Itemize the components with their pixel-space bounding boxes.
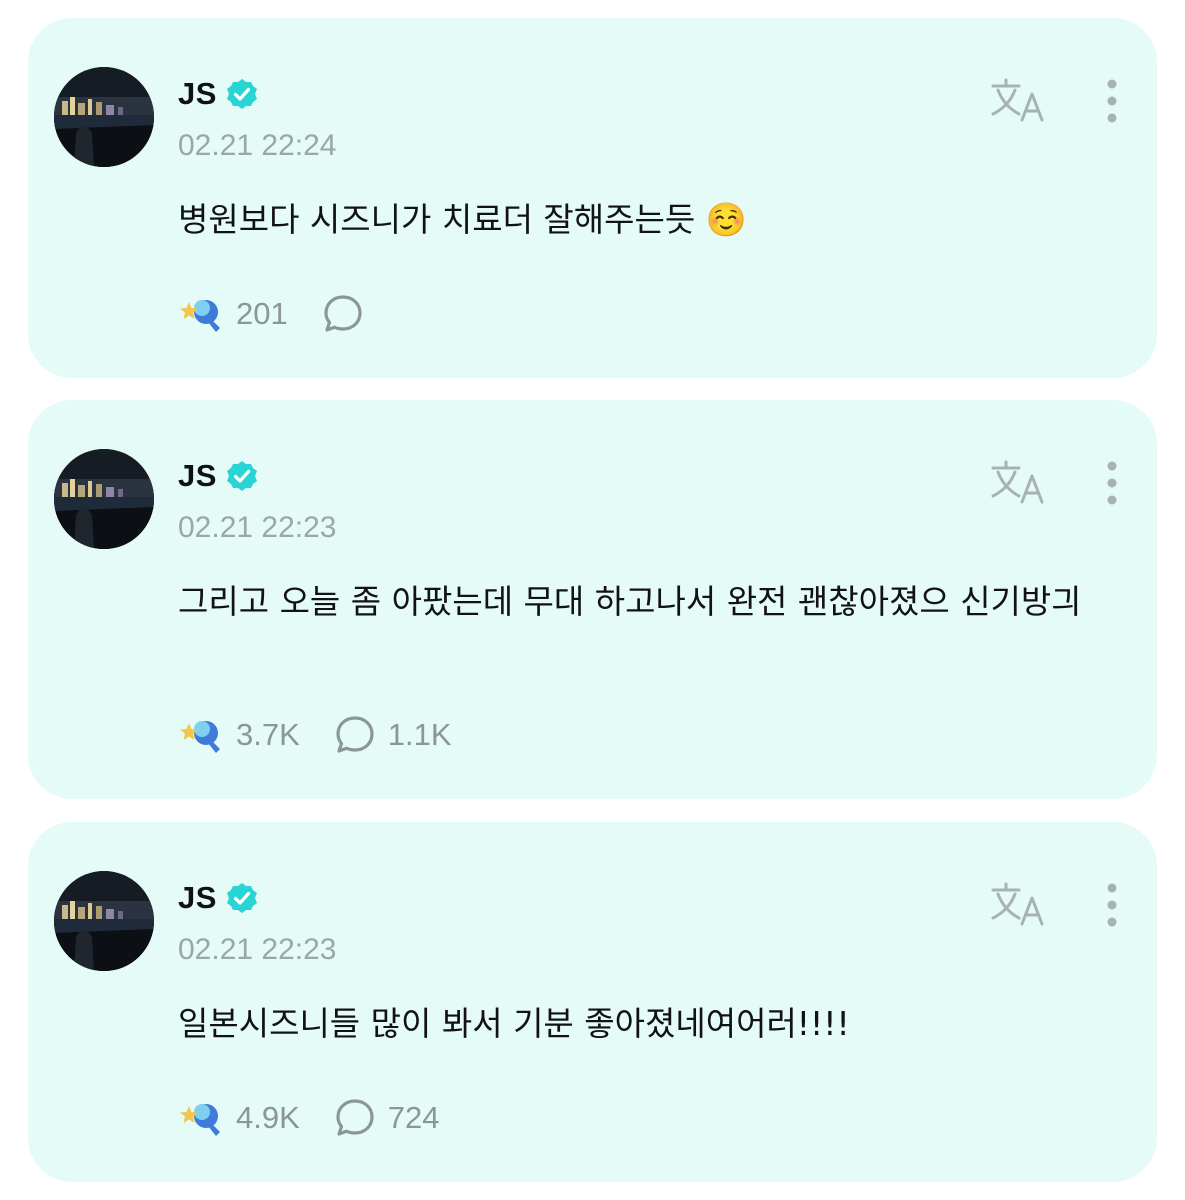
comment-button[interactable]: 724: [334, 1097, 440, 1139]
translate-icon[interactable]: [989, 880, 1047, 928]
avatar[interactable]: [54, 871, 154, 971]
star-lightstick-icon: [180, 721, 220, 753]
verified-badge-icon: [226, 461, 257, 491]
post-card[interactable]: JS 02.21 22:23 그리고 오늘 좀 아팠는데 무대 하고나서 완전 …: [28, 400, 1157, 799]
more-vertical-icon[interactable]: [1101, 460, 1123, 506]
comment-button[interactable]: [322, 293, 376, 335]
author-name[interactable]: JS: [178, 76, 217, 112]
post-timestamp: 02.21 22:23: [178, 933, 337, 966]
post-stats: 201: [178, 293, 410, 335]
reaction-count: 201: [236, 296, 288, 331]
comment-bubble-icon: [336, 1099, 374, 1136]
reaction-button[interactable]: 201: [178, 294, 288, 334]
post-card[interactable]: JS 02.21 22:24 병원보다 시즈니가 치료더 잘해주는듯 ☺️ 20…: [28, 18, 1157, 378]
translate-icon[interactable]: [989, 458, 1047, 506]
author-name[interactable]: JS: [178, 880, 217, 916]
avatar[interactable]: [54, 449, 154, 549]
comment-bubble-icon: [324, 295, 362, 332]
post-timestamp: 02.21 22:23: [178, 511, 337, 544]
post-text: 병원보다 시즈니가 치료더 잘해주는듯 ☺️: [178, 200, 747, 239]
star-lightstick-icon: [180, 300, 220, 332]
post-card[interactable]: JS 02.21 22:23 일본시즈니들 많이 봐서 기분 좋아졌네여어러!!…: [28, 822, 1157, 1182]
author-row: JS: [178, 76, 259, 112]
more-vertical-icon[interactable]: [1101, 882, 1123, 928]
verified-badge-icon: [226, 79, 257, 109]
reaction-button[interactable]: 4.9K: [178, 1098, 300, 1138]
comment-bubble-icon: [336, 716, 374, 753]
reaction-count: 4.9K: [236, 1100, 300, 1135]
post-stats: 4.9K 724: [178, 1097, 474, 1139]
translate-icon[interactable]: [989, 76, 1047, 124]
verified-badge-icon: [226, 883, 257, 913]
post-timestamp: 02.21 22:24: [178, 129, 337, 162]
avatar[interactable]: [54, 67, 154, 167]
reaction-count: 3.7K: [236, 717, 300, 752]
post-text: 일본시즈니들 많이 봐서 기분 좋아졌네여어러!!!!: [178, 1004, 850, 1043]
more-vertical-icon[interactable]: [1101, 78, 1123, 124]
star-lightstick-icon: [180, 1104, 220, 1136]
author-row: JS: [178, 458, 259, 494]
comment-count: 724: [387, 1100, 440, 1135]
post-text: 그리고 오늘 좀 아팠는데 무대 하고나서 완전 괜찮아졌으 신기방긔: [178, 582, 1082, 621]
reaction-button[interactable]: 3.7K: [178, 715, 300, 755]
comment-button[interactable]: 1.1K: [334, 714, 452, 756]
author-name[interactable]: JS: [178, 458, 217, 494]
author-row: JS: [178, 880, 259, 916]
post-stats: 3.7K 1.1K: [178, 714, 486, 756]
comment-count: 1.1K: [387, 717, 452, 752]
